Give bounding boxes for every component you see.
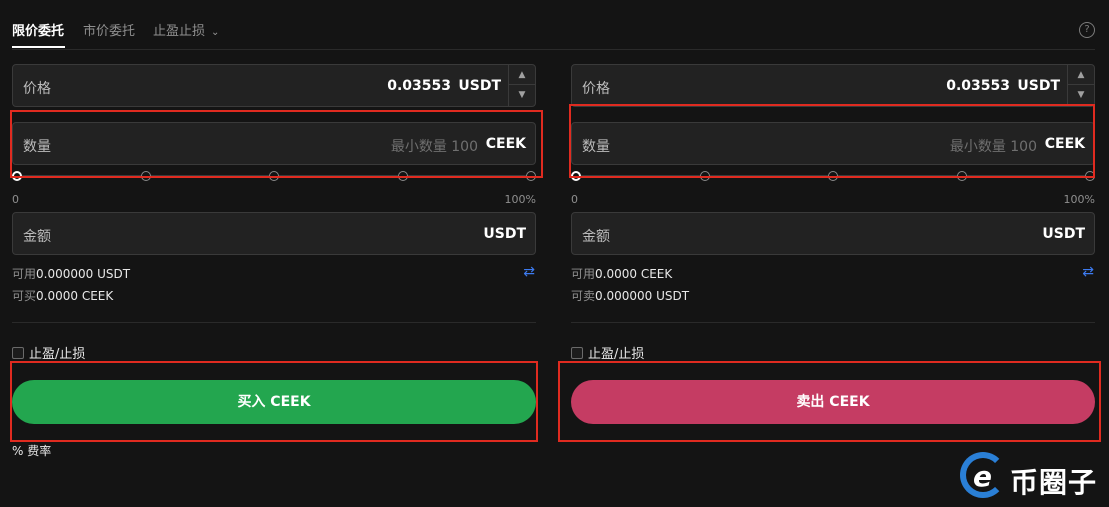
sell-price-unit: USDT xyxy=(1017,78,1060,94)
sell-quantity-placeholder: 最小数量 100 xyxy=(949,139,1037,155)
slider-mark-100[interactable] xyxy=(1085,171,1095,181)
slider-min-label: 0 xyxy=(12,193,19,206)
available-label: 可用 xyxy=(12,267,37,281)
sell-panel: 价格 0.03553 USDT ▲ ▼ 数量 最小数量 100 CEEK 0 1… xyxy=(571,0,1096,507)
max-buy-label: 可买 xyxy=(12,289,37,303)
swap-icon[interactable]: ⇄ xyxy=(523,264,535,280)
max-sell-label: 可卖 xyxy=(571,289,596,303)
sell-quantity-field[interactable]: 数量 最小数量 100 CEEK xyxy=(571,122,1095,165)
buy-price-label: 价格 xyxy=(23,81,51,97)
slider-mark-25[interactable] xyxy=(141,171,151,181)
sell-amount-label: 金额 xyxy=(582,229,610,245)
slider-mark-25[interactable] xyxy=(700,171,710,181)
sell-quantity-unit: CEEK xyxy=(1044,136,1085,152)
slider-mark-0[interactable] xyxy=(571,171,581,181)
sell-price-increment-button[interactable]: ▲ xyxy=(1068,65,1094,85)
buy-button[interactable]: 买入 CEEK xyxy=(12,380,536,424)
sell-price-decrement-button[interactable]: ▼ xyxy=(1068,85,1094,105)
buy-price-decrement-button[interactable]: ▼ xyxy=(509,85,535,105)
sell-amount-unit: USDT xyxy=(1042,226,1085,242)
buy-quantity-placeholder: 最小数量 100 xyxy=(390,139,478,155)
checkbox-box[interactable] xyxy=(571,347,583,359)
buy-quantity-field[interactable]: 数量 最小数量 100 CEEK xyxy=(12,122,536,165)
available-label: 可用 xyxy=(571,267,596,281)
slider-mark-75[interactable] xyxy=(398,171,408,181)
logo-mark: e xyxy=(973,460,992,493)
buy-price-increment-button[interactable]: ▲ xyxy=(509,65,535,85)
buy-quantity-unit: CEEK xyxy=(485,136,526,152)
buy-price-unit: USDT xyxy=(458,78,501,94)
buy-price-stepper: ▲ ▼ xyxy=(508,65,535,106)
buy-price-value: 0.03553 xyxy=(387,78,451,94)
slider-mark-75[interactable] xyxy=(957,171,967,181)
slider-min-label: 0 xyxy=(571,193,578,206)
slider-mark-100[interactable] xyxy=(526,171,536,181)
tp-sl-label: 止盈/止损 xyxy=(588,347,645,362)
fee-rate-label: 费率 xyxy=(27,444,52,458)
percent-icon: % xyxy=(12,444,24,458)
sell-button[interactable]: 卖出 CEEK xyxy=(571,380,1095,424)
logo-text: 币圈子 xyxy=(1010,466,1098,499)
tp-sl-label: 止盈/止损 xyxy=(29,347,86,362)
max-sell-value: 0.000000 USDT xyxy=(595,289,690,303)
buy-amount-field[interactable]: 金额 USDT xyxy=(12,212,536,255)
divider xyxy=(571,322,1095,323)
buy-amount-unit: USDT xyxy=(483,226,526,242)
max-buy-value: 0.0000 CEEK xyxy=(36,289,114,303)
available-value: 0.0000 CEEK xyxy=(595,267,673,281)
sell-amount-field[interactable]: 金额 USDT xyxy=(571,212,1095,255)
buy-amount-label: 金额 xyxy=(23,229,51,245)
sell-quantity-label: 数量 xyxy=(582,139,610,155)
buy-available: 可用0.000000 USDT xyxy=(12,265,130,282)
buy-price-field[interactable]: 价格 0.03553 USDT ▲ ▼ xyxy=(12,64,536,107)
checkbox-box[interactable] xyxy=(12,347,24,359)
divider xyxy=(12,322,536,323)
sell-max-sell: 可卖0.000000 USDT xyxy=(571,287,689,304)
slider-mark-50[interactable] xyxy=(828,171,838,181)
slider-mark-0[interactable] xyxy=(12,171,22,181)
slider-max-label: 100% xyxy=(504,193,536,206)
available-value: 0.000000 USDT xyxy=(36,267,131,281)
sell-quantity-slider[interactable] xyxy=(571,170,1095,182)
sell-price-field[interactable]: 价格 0.03553 USDT ▲ ▼ xyxy=(571,64,1095,107)
sell-price-stepper: ▲ ▼ xyxy=(1067,65,1094,106)
buy-max-buy: 可买0.0000 CEEK xyxy=(12,287,113,304)
slider-mark-50[interactable] xyxy=(269,171,279,181)
sell-price-label: 价格 xyxy=(582,81,610,97)
fee-rate[interactable]: % 费率 xyxy=(12,442,51,459)
sell-price-value: 0.03553 xyxy=(946,78,1010,94)
buy-quantity-slider[interactable] xyxy=(12,170,536,182)
sell-tp-sl-checkbox[interactable]: 止盈/止损 xyxy=(571,343,645,362)
swap-icon[interactable]: ⇄ xyxy=(1082,264,1094,280)
slider-max-label: 100% xyxy=(1063,193,1095,206)
watermark-logo: e 币圈子 xyxy=(960,450,1106,502)
buy-panel: 价格 0.03553 USDT ▲ ▼ 数量 最小数量 100 CEEK 0 1… xyxy=(12,0,537,507)
sell-available: 可用0.0000 CEEK xyxy=(571,265,672,282)
buy-tp-sl-checkbox[interactable]: 止盈/止损 xyxy=(12,343,86,362)
buy-quantity-label: 数量 xyxy=(23,139,51,155)
